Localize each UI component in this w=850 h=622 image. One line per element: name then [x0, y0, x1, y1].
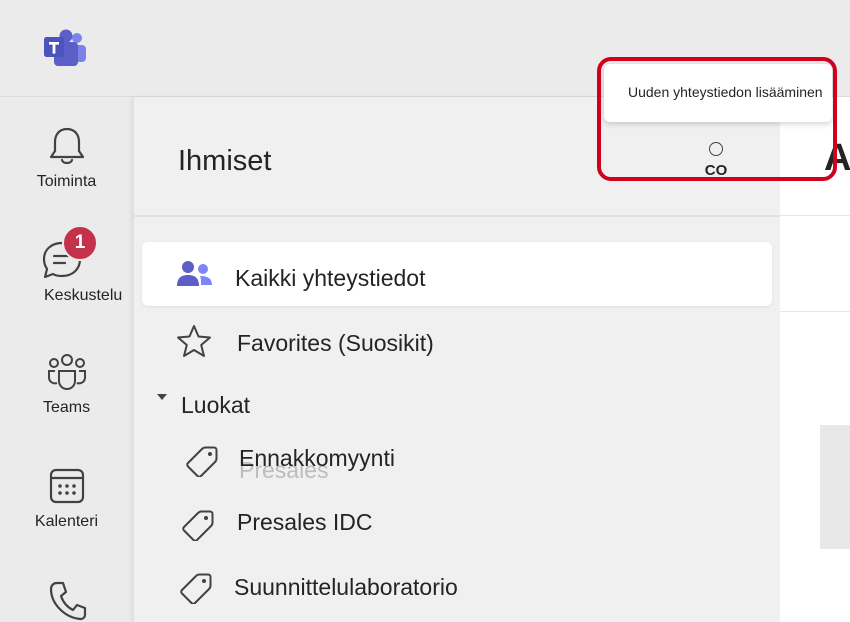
microsoft-teams-logo — [44, 29, 86, 66]
category-item-ennakkomyynti[interactable]: Presales Ennakkomyynti — [142, 429, 772, 493]
nav-item-favorites[interactable]: Favorites (Suosikit) — [142, 310, 772, 374]
rail-item-teams[interactable]: Teams — [0, 351, 133, 417]
unread-badge: 1 — [62, 225, 98, 261]
contacts-icon — [177, 261, 212, 286]
calendar-icon — [49, 468, 84, 504]
contact-detail-pane: A — [780, 97, 850, 622]
people-panel: Ihmiset Kaikki yhteystiedot Favorites (S… — [133, 97, 781, 622]
rail-item-calendar[interactable]: Kalenteri — [0, 465, 133, 531]
tag-icon — [186, 446, 218, 477]
divider — [780, 311, 850, 312]
add-contact-button[interactable]: CO — [690, 138, 742, 182]
page-title: Ihmiset — [178, 145, 272, 177]
app-rail: Toiminta 1 Keskustelu Teams Kalenteri — [0, 97, 133, 622]
rail-label-teams: Teams — [42, 399, 91, 416]
add-contact-label: CO — [704, 162, 728, 179]
rail-label-chat: Keskustelu — [44, 287, 123, 304]
categories-header[interactable]: Luokat — [142, 377, 772, 425]
category-label-presales-idc: Presales IDC — [237, 509, 373, 535]
star-icon — [177, 325, 211, 357]
rail-label-activity: Toiminta — [36, 173, 97, 190]
category-label-ennakkomyynti: Ennakkomyynti — [239, 445, 395, 471]
nav-label-all-contacts: Kaikki yhteystiedot — [235, 265, 426, 291]
rail-item-activity[interactable]: Toiminta — [0, 125, 133, 191]
category-item-presales-idc[interactable]: Presales IDC — [142, 491, 772, 555]
add-contact-icon — [709, 142, 723, 156]
caret-down-icon — [157, 394, 167, 400]
phone-icon — [49, 581, 86, 621]
detail-heading: A — [824, 137, 850, 179]
divider — [780, 215, 850, 216]
categories-label: Luokat — [181, 392, 251, 418]
teams-icon — [47, 354, 86, 390]
bell-icon — [49, 127, 84, 165]
category-label-suunnittelulaboratorio: Suunnittelulaboratorio — [234, 574, 458, 600]
category-item-suunnittelulaboratorio[interactable]: Suunnittelulaboratorio — [142, 554, 772, 618]
rail-item-calls[interactable] — [0, 579, 133, 621]
add-contact-tooltip: Uuden yhteystiedon lisääminen — [604, 64, 832, 122]
tag-icon — [180, 573, 212, 604]
rail-item-chat[interactable]: 1 Keskustelu — [0, 225, 133, 305]
tag-icon — [182, 510, 214, 541]
divider — [134, 215, 780, 217]
rail-label-calendar: Kalenteri — [34, 513, 99, 530]
nav-label-favorites: Favorites (Suosikit) — [237, 330, 434, 356]
placeholder-block — [820, 425, 850, 549]
nav-item-all-contacts[interactable]: Kaikki yhteystiedot — [142, 242, 772, 306]
